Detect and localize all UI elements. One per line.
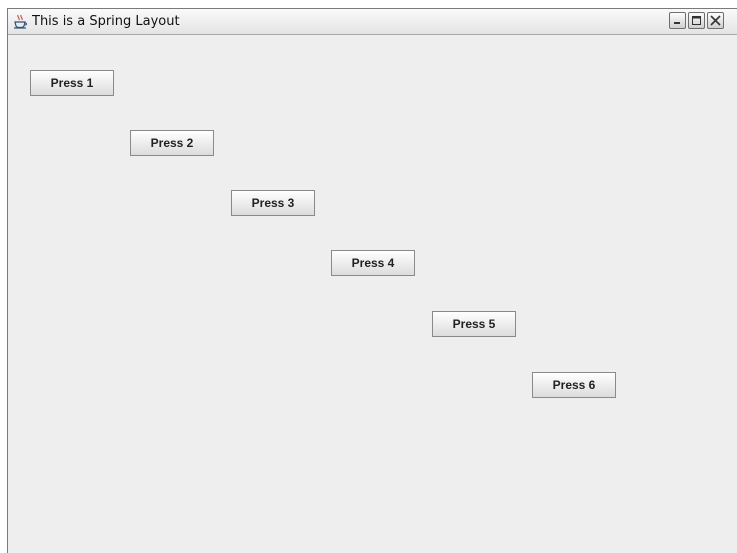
close-icon xyxy=(710,15,721,26)
press-2-button[interactable]: Press 2 xyxy=(130,130,214,156)
press-1-button[interactable]: Press 1 xyxy=(30,70,114,96)
press-4-button[interactable]: Press 4 xyxy=(331,250,415,276)
minimize-button[interactable] xyxy=(669,12,686,29)
java-cup-icon xyxy=(12,14,28,30)
close-button[interactable] xyxy=(707,12,724,29)
press-5-button[interactable]: Press 5 xyxy=(432,311,516,337)
press-6-button[interactable]: Press 6 xyxy=(532,372,616,398)
content-pane: Press 1 Press 2 Press 3 Press 4 Press 5 … xyxy=(8,35,737,553)
maximize-icon xyxy=(692,16,701,25)
maximize-button[interactable] xyxy=(688,12,705,29)
press-3-button[interactable]: Press 3 xyxy=(231,190,315,216)
window-title: This is a Spring Layout xyxy=(32,14,180,29)
minimize-icon xyxy=(674,22,680,24)
application-window: This is a Spring Layout Press 1 Press 2 … xyxy=(7,8,737,553)
title-bar[interactable]: This is a Spring Layout xyxy=(8,9,737,35)
